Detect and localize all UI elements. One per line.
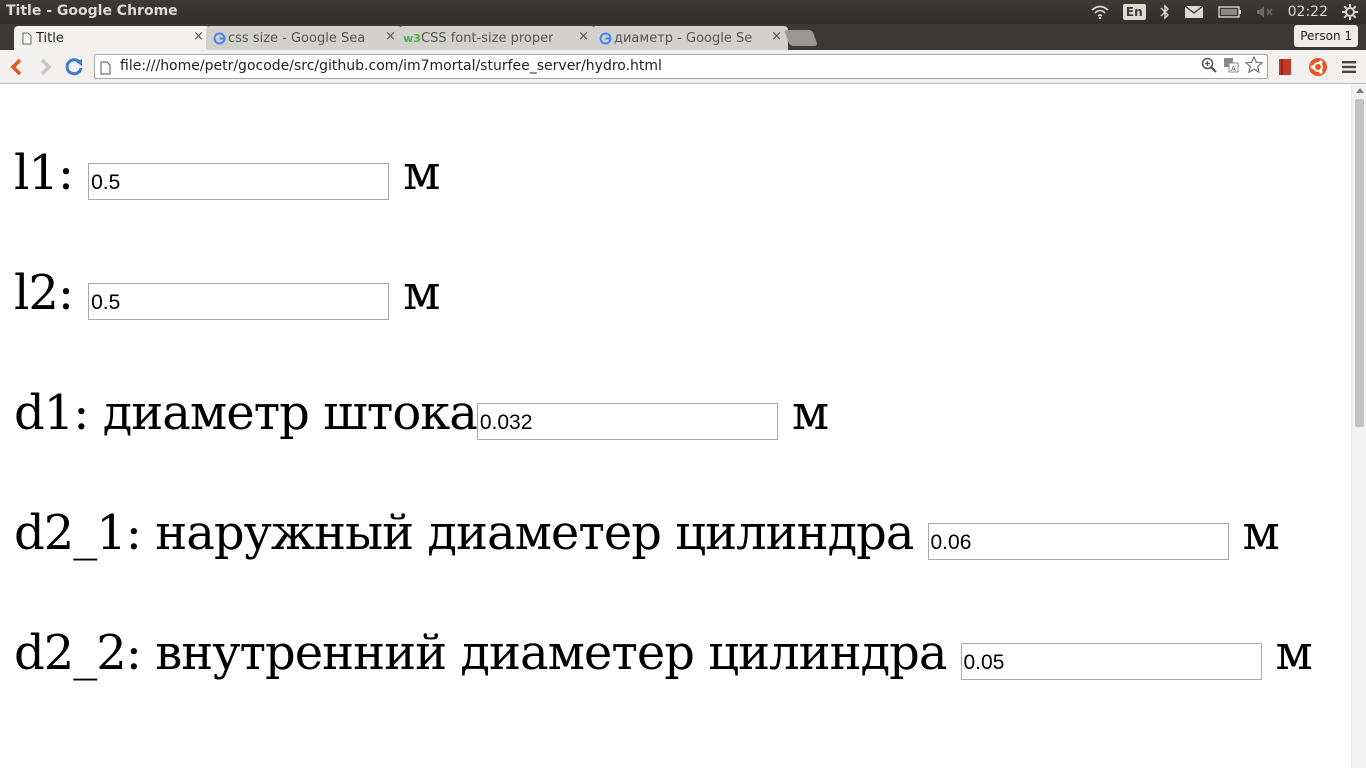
form-row-d2-1: d2_1: наружный диаметер цилиндра м [14,505,1280,561]
reload-icon[interactable] [63,56,85,78]
back-arrow-icon[interactable] [5,56,27,78]
mail-icon[interactable] [1184,5,1204,19]
keyboard-layout-indicator[interactable]: En [1122,4,1146,20]
tab-strip: Title × css size - Google Sea × w3 CSS f… [0,24,1366,50]
field-label: l1: [14,145,74,201]
tab-title[interactable]: Title × [14,26,210,50]
page-info-icon[interactable] [100,60,111,79]
tab-label: CSS font-size proper [421,30,554,46]
d2-2-input[interactable] [960,642,1262,680]
translate-icon[interactable]: A [1223,57,1239,77]
unit-label: м [403,145,441,201]
bookmark-star-icon[interactable] [1244,55,1264,78]
tab-label: css size - Google Sea [228,30,366,46]
wifi-icon[interactable] [1091,5,1109,19]
page-viewport: l1: м l2: м d1: диаметр штока м d2_1: на… [0,85,1351,768]
unit-label: м [791,385,830,441]
form-row-d1: d1: диаметр штока м [14,385,829,441]
menu-hamburger-icon[interactable] [1338,56,1360,78]
form-row-l1: l1: м [14,145,440,201]
tab-css-size-search[interactable]: css size - Google Sea × [206,26,402,50]
volume-muted-icon[interactable] [1256,5,1274,19]
field-label: d2_1: наружный диаметер цилиндра [14,505,914,561]
scrollbar-thumb[interactable] [1355,99,1364,427]
battery-icon[interactable] [1217,6,1242,18]
clock[interactable]: 02:22 [1288,4,1328,20]
google-icon [598,31,612,45]
tab-close-icon[interactable]: × [193,29,204,44]
page-icon [20,31,34,45]
w3schools-icon: w3 [403,31,421,45]
tab-diameter-search[interactable]: диаметр - Google Se × [592,26,788,50]
tab-close-icon[interactable]: × [771,29,782,44]
field-label: d2_2: внутренний диаметер цилиндра [14,625,947,681]
window-title: Title - Google Chrome [6,3,178,19]
bluetooth-icon[interactable] [1160,4,1170,20]
url-text[interactable]: file:///home/petr/gocode/src/github.com/… [120,58,662,74]
vertical-scrollbar[interactable] [1351,85,1366,768]
browser-toolbar: file:///home/petr/gocode/src/github.com/… [0,50,1366,84]
system-indicators: En 02:22 [1091,0,1358,24]
address-bar-actions: A [1201,55,1264,78]
form-row-d2-2: d2_2: внутренний диаметер цилиндра м [14,625,1313,681]
settings-gear-icon[interactable] [1342,4,1358,20]
d2-1-input[interactable] [927,522,1229,560]
address-bar[interactable]: file:///home/petr/gocode/src/github.com/… [94,54,1268,79]
forward-arrow-icon[interactable] [35,56,57,78]
tab-close-icon[interactable]: × [578,29,589,44]
unit-label: м [1275,625,1313,681]
new-tab-button[interactable] [784,30,818,46]
unit-label: м [1242,505,1280,561]
form-row-l2: l2: м [14,265,440,321]
tab-css-font-size[interactable]: w3 CSS font-size proper × [399,26,595,50]
l1-input[interactable] [88,162,390,200]
tab-label: Title [36,30,64,46]
svg-text:A: A [1231,65,1236,73]
tab-close-icon[interactable]: × [385,29,396,44]
field-label: l2: [14,265,74,321]
ubuntu-extension-icon[interactable] [1307,56,1329,78]
tab-label: диаметр - Google Se [614,30,753,46]
d1-input[interactable] [476,402,778,440]
unit-label: м [403,265,441,321]
os-top-panel: Title - Google Chrome En 02:22 [0,0,1366,24]
l2-input[interactable] [88,282,390,320]
profile-button[interactable]: Person 1 [1294,25,1358,47]
field-label: d1: диаметр штока [14,385,478,441]
google-icon [212,31,226,45]
bookmarks-extension-icon[interactable] [1274,56,1296,78]
scroll-up-arrow-icon[interactable] [1356,88,1364,93]
zoom-icon[interactable] [1201,57,1217,77]
